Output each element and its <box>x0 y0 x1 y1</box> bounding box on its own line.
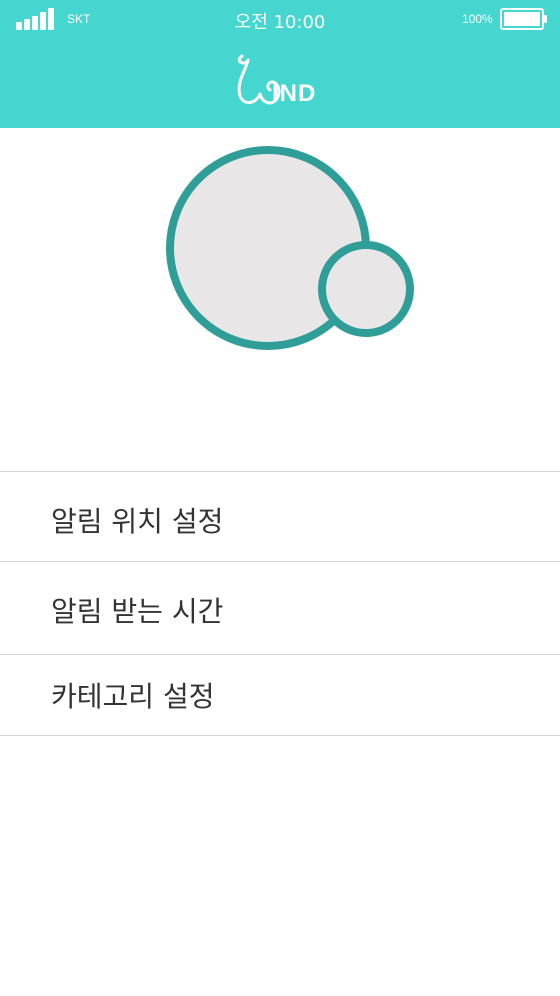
menu-item-label: 카테고리 설정 <box>51 680 215 713</box>
menu-item-label: 알림 위치 설정 <box>51 505 224 538</box>
profile-avatar[interactable] <box>160 140 420 355</box>
status-bar: SKT 오전 10:00 100% <box>0 0 560 38</box>
battery-percent: 100% <box>462 12 493 26</box>
menu-item-category-settings[interactable]: 카테고리 설정 <box>0 654 560 736</box>
menu-item-notification-time[interactable]: 알림 받는 시간 <box>0 561 560 654</box>
settings-menu: 알림 위치 설정 알림 받는 시간 카테고리 설정 <box>0 471 560 736</box>
logo-text: IND <box>272 80 317 107</box>
battery-icon <box>500 8 547 30</box>
menu-item-label: 알림 받는 시간 <box>51 595 224 628</box>
app-header: SKT 오전 10:00 100% IND <box>0 0 560 128</box>
menu-item-notification-location[interactable]: 알림 위치 설정 <box>0 471 560 561</box>
small-circle-icon <box>318 241 414 337</box>
